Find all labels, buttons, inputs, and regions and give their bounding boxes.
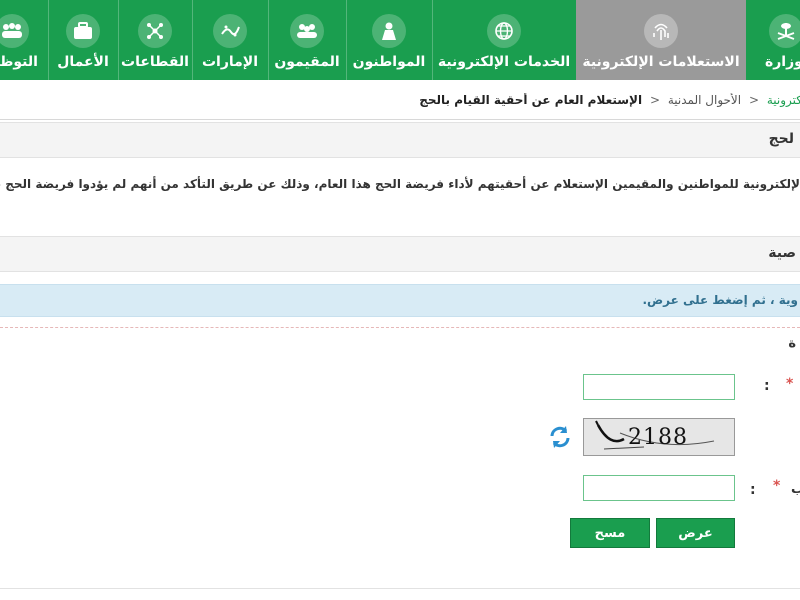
section-header: لحج — [0, 122, 800, 158]
breadcrumb-separator-icon: < — [748, 93, 760, 107]
nav-label-business: الأعمال — [57, 54, 109, 70]
people-icon — [0, 14, 29, 48]
breadcrumb-link-civil-affairs[interactable]: الأحوال المدنية — [668, 93, 741, 107]
display-button[interactable]: عرض — [656, 518, 735, 548]
breadcrumb-separator-icon: < — [649, 93, 660, 107]
nav-label-einquiries: الاستعلامات الإلكترونية — [582, 54, 740, 70]
nav-label-sectors: القطاعات — [121, 54, 189, 70]
fingerprint-icon — [644, 14, 678, 48]
breadcrumb-link-eservices[interactable]: كترونية — [767, 93, 800, 107]
description: الإلكترونية للمواطنين والمقيمين الإستعلا… — [0, 174, 800, 198]
main-navigation: التوظي الأعمال القطاعات الإمارات المقيمو… — [0, 0, 800, 80]
info-alert: وية ، ثم إضغط على عرض. — [0, 284, 800, 317]
form-section-title: صية — [768, 245, 796, 261]
briefcase-icon — [66, 14, 100, 48]
nav-label-eservices: الخدمات الإلكترونية — [437, 54, 571, 70]
nav-label-residents: المقيمون — [274, 54, 340, 70]
field-colon: : — [750, 482, 756, 498]
group-icon — [290, 14, 324, 48]
subsection-title: ة — [788, 336, 796, 351]
divider — [0, 119, 800, 120]
refresh-captcha-icon[interactable] — [547, 424, 573, 450]
captcha-text: 2188 — [628, 425, 688, 450]
nav-item-employment[interactable]: التوظي — [0, 0, 42, 80]
form-section-header: صية — [0, 236, 800, 272]
clear-button[interactable]: مسح — [570, 518, 650, 548]
breadcrumb-current: الإستعلام العام عن أحقية القيام بالحج — [419, 93, 643, 107]
field-colon: : — [764, 378, 770, 394]
nav-label-employment: التوظي — [0, 54, 38, 70]
nav-item-residents[interactable]: المقيمون — [268, 0, 346, 80]
required-marker: * — [786, 376, 794, 392]
id-number-input[interactable] — [583, 374, 735, 400]
nav-label-ministry: الوزارة — [764, 54, 800, 70]
globe-icon — [487, 14, 521, 48]
vision-logo-icon — [213, 14, 247, 48]
captcha-input[interactable] — [583, 475, 735, 501]
info-message: وية ، ثم إضغط على عرض. — [642, 293, 798, 307]
nav-item-eservices[interactable]: الخدمات الإلكترونية — [432, 0, 576, 80]
nav-label-emirates: الإمارات — [201, 54, 259, 70]
woman-icon — [372, 14, 406, 48]
captcha-label: ب — [791, 482, 800, 497]
nav-item-emirates[interactable]: الإمارات — [192, 0, 268, 80]
divider — [0, 588, 800, 589]
nav-label-citizens: المواطنون — [352, 54, 426, 70]
nav-item-ministry[interactable]: الوزارة — [752, 0, 800, 80]
captcha-image: 2188 — [583, 418, 735, 456]
nav-item-citizens[interactable]: المواطنون — [346, 0, 432, 80]
section-title: لحج — [768, 131, 794, 147]
nav-item-business[interactable]: الأعمال — [48, 0, 118, 80]
nav-item-sectors[interactable]: القطاعات — [118, 0, 192, 80]
nav-item-einquiries[interactable]: الاستعلامات الإلكترونية — [576, 0, 746, 80]
description-text: الإلكترونية للمواطنين والمقيمين الإستعلا… — [0, 177, 800, 191]
network-icon — [138, 14, 172, 48]
breadcrumb: كترونية < الأحوال المدنية < الإستعلام ال… — [0, 93, 800, 113]
dashed-divider — [0, 327, 800, 328]
emblem-icon — [769, 14, 800, 48]
required-marker: * — [773, 478, 781, 494]
